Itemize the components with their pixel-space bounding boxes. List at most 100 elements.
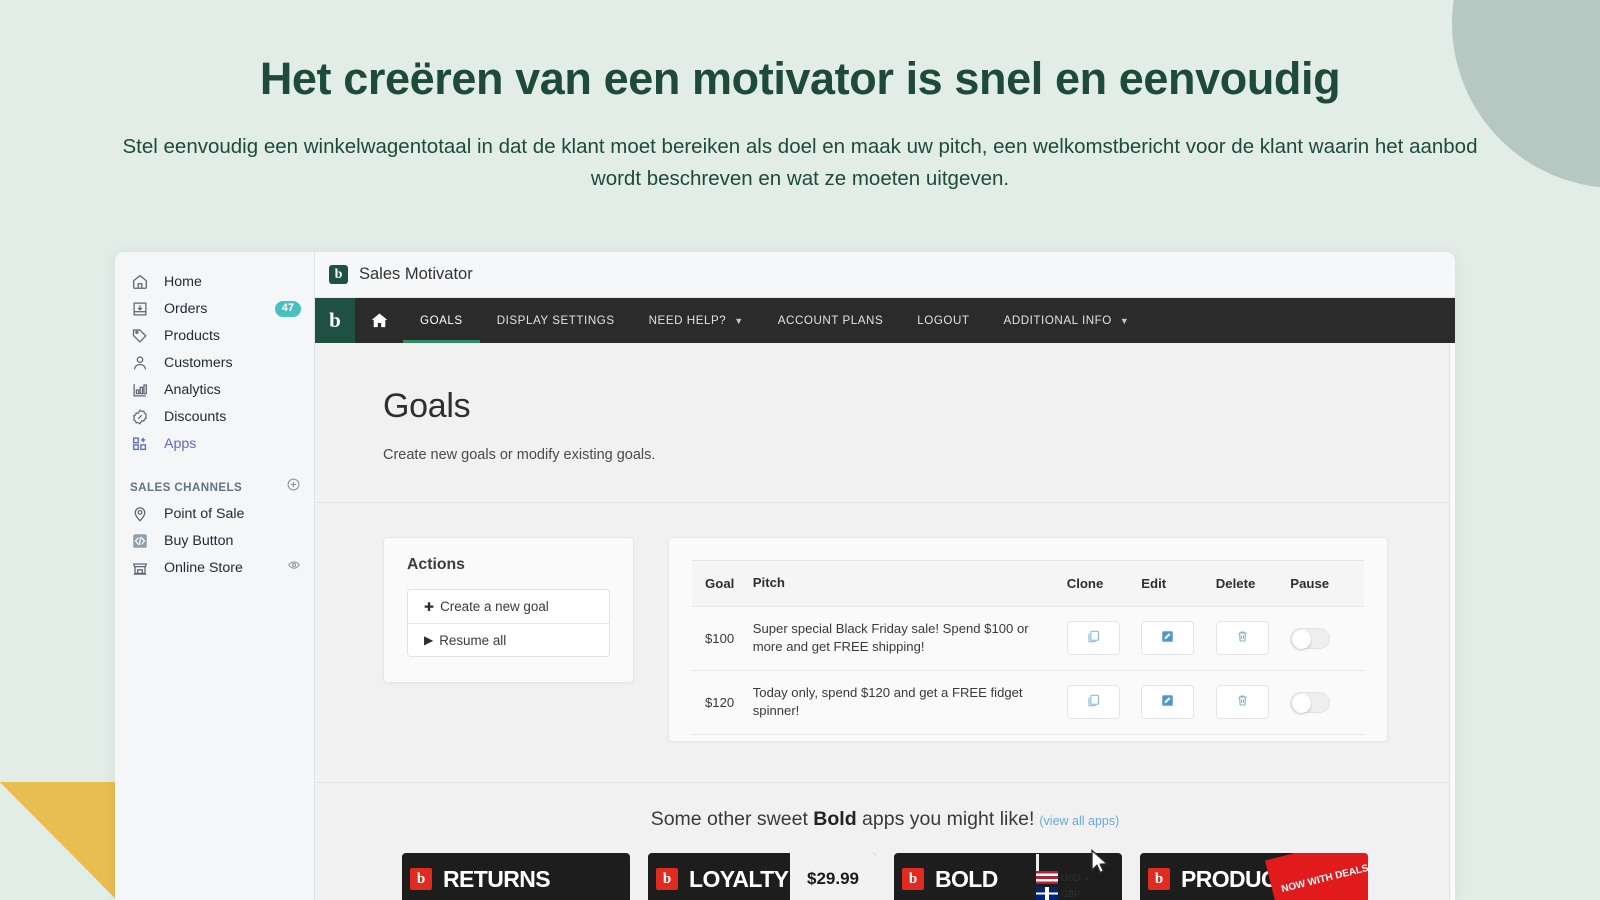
edit-cell (1141, 670, 1216, 736)
app-navbar: b GOALS DISPLAY SETTINGS NEED HELP? ▼ AC… (315, 298, 1455, 343)
sidebar-item-label: Orders (164, 300, 208, 317)
table-header-row: Goal Pitch Clone Edit Delete Pause (692, 560, 1364, 607)
goals-table: Goal Pitch Clone Edit Delete Pause $100 (692, 560, 1364, 736)
delete-button[interactable] (1215, 685, 1269, 720)
sidebar-item-customers[interactable]: Customers (115, 349, 314, 376)
sidebar-item-apps[interactable]: Apps (115, 430, 314, 457)
sidebar-item-orders[interactable]: Orders 47 (115, 295, 314, 322)
sidebar-item-online-store[interactable]: Online Store (115, 554, 314, 581)
copy-icon (1086, 693, 1101, 711)
section-title: SALES CHANNELS (130, 480, 243, 494)
navbar-brand-logo[interactable]: b (315, 298, 355, 343)
edit-button[interactable] (1141, 621, 1195, 656)
column-header-delete: Delete (1215, 560, 1291, 607)
promo-card-name: LOYALTY (689, 865, 789, 892)
clone-button[interactable] (1066, 621, 1120, 656)
bold-logo-icon: b (410, 868, 432, 890)
play-icon: ▶ (424, 633, 434, 647)
storefront-icon (130, 558, 150, 578)
sidebar-item-label: Analytics (164, 381, 221, 398)
tab-additional-info[interactable]: ADDITIONAL INFO ▼ (987, 298, 1147, 343)
pause-cell (1290, 670, 1364, 736)
sidebar-item-discounts[interactable]: Discounts (115, 403, 314, 430)
app-titlebar: b Sales Motivator (315, 252, 1455, 298)
sidebar-item-label: Products (164, 327, 220, 344)
sidebar-item-label: Discounts (164, 408, 227, 425)
sidebar-item-products[interactable]: Products (115, 322, 314, 349)
burst-label: NOW WITH DEALS (1264, 853, 1368, 900)
embedded-app-pane: b Sales Motivator b GOALS DISPLAY SETTIN… (315, 252, 1455, 900)
pencil-square-icon (1160, 629, 1175, 647)
view-all-apps-link[interactable]: (view all apps) (1039, 814, 1119, 828)
sidebar-item-buy-button[interactable]: Buy Button (115, 527, 314, 554)
edit-button[interactable] (1141, 685, 1195, 720)
sidebar-item-point-of-sale[interactable]: Point of Sale (115, 500, 314, 527)
resume-all-button[interactable]: ▶ Resume all (408, 623, 609, 656)
pause-cell (1290, 606, 1364, 671)
navbar-brand-letter: b (329, 308, 341, 332)
sidebar-item-label: Home (164, 273, 202, 290)
promo-card-list: b RETURNS b LOYALTY $29.99 b BOLD USD ⌄ … (315, 853, 1455, 900)
bold-logo-icon: b (902, 868, 924, 890)
action-label: Create a new goal (440, 599, 549, 614)
clone-cell (1066, 606, 1142, 671)
goal-amount: $120 (692, 670, 753, 736)
pause-toggle[interactable] (1290, 627, 1331, 649)
column-header-edit: Edit (1141, 560, 1216, 607)
promo-brand: Bold (813, 808, 857, 830)
vertical-scrollbar[interactable] (1449, 343, 1455, 900)
bold-logo-icon: b (656, 868, 678, 890)
promo-card-loyalty[interactable]: b LOYALTY $29.99 (648, 853, 876, 900)
tab-label: ADDITIONAL INFO (1003, 314, 1112, 327)
trash-icon (1235, 693, 1250, 711)
promo-heading: Some other sweet Bold apps you might lik… (315, 808, 1455, 831)
pencil-square-icon (1160, 693, 1175, 711)
app-name: Sales Motivator (359, 265, 473, 283)
pause-toggle[interactable] (1290, 691, 1331, 713)
eye-icon[interactable] (287, 558, 301, 577)
sidebar-item-analytics[interactable]: Analytics (115, 376, 314, 403)
discount-percent-icon (130, 407, 150, 427)
tab-label: GOALS (420, 314, 463, 327)
sidebar-item-label: Point of Sale (164, 505, 245, 522)
app-content: Goals Create new goals or modify existin… (315, 343, 1455, 900)
promo-card-bold-multicurrency[interactable]: b BOLD USD ⌄ GBP (894, 853, 1122, 900)
promo-card-returns[interactable]: b RETURNS (402, 853, 630, 900)
promo-card-product[interactable]: b PRODUCT NOW WITH DEALS (1140, 853, 1368, 900)
chevron-down-icon: ▼ (734, 315, 744, 326)
plus-circle-icon[interactable] (286, 477, 301, 497)
tab-label: LOGOUT (917, 314, 970, 327)
edit-cell (1141, 606, 1216, 671)
home-filled-icon[interactable] (355, 298, 403, 343)
goals-page-header: Goals Create new goals or modify existin… (315, 343, 1455, 503)
promo-card-name: RETURNS (443, 865, 551, 892)
plus-icon: ✚ (424, 599, 435, 614)
clone-button[interactable] (1066, 685, 1120, 720)
goals-description: Create new goals or modify existing goal… (383, 447, 656, 463)
code-brackets-icon (130, 531, 150, 551)
actions-card: Actions ✚ Create a new goal ▶ Resume all (383, 537, 634, 683)
returns-box-art (544, 853, 630, 900)
shop-sidebar: Home Orders 47 Products Customers Analyt… (115, 252, 315, 900)
clone-cell (1066, 670, 1142, 736)
sidebar-item-label: Customers (164, 354, 233, 371)
tab-goals[interactable]: GOALS (403, 298, 480, 343)
delete-button[interactable] (1215, 621, 1269, 656)
sidebar-item-home[interactable]: Home (115, 268, 314, 295)
tab-need-help[interactable]: NEED HELP? ▼ (632, 298, 761, 343)
person-icon (130, 353, 150, 373)
goal-pitch: Today only, spend $120 and get a FREE fi… (752, 670, 1067, 736)
promo-text-after: apps you might like! (856, 808, 1035, 830)
tab-display-settings[interactable]: DISPLAY SETTINGS (480, 298, 632, 343)
product-burst-art: NOW WITH DEALS (1264, 853, 1368, 900)
tab-logout[interactable]: LOGOUT (900, 298, 986, 343)
table-row: $120 Today only, spend $120 and get a FR… (692, 670, 1364, 736)
orders-badge: 47 (274, 300, 301, 317)
loyalty-price-art: $29.99 (790, 853, 876, 900)
tab-account-plans[interactable]: ACCOUNT PLANS (761, 298, 901, 343)
column-header-goal: Goal (692, 560, 753, 607)
currency-selector-art: USD ⌄ GBP (1036, 853, 1122, 900)
column-header-pause: Pause (1290, 560, 1364, 607)
create-new-goal-button[interactable]: ✚ Create a new goal (408, 590, 609, 623)
